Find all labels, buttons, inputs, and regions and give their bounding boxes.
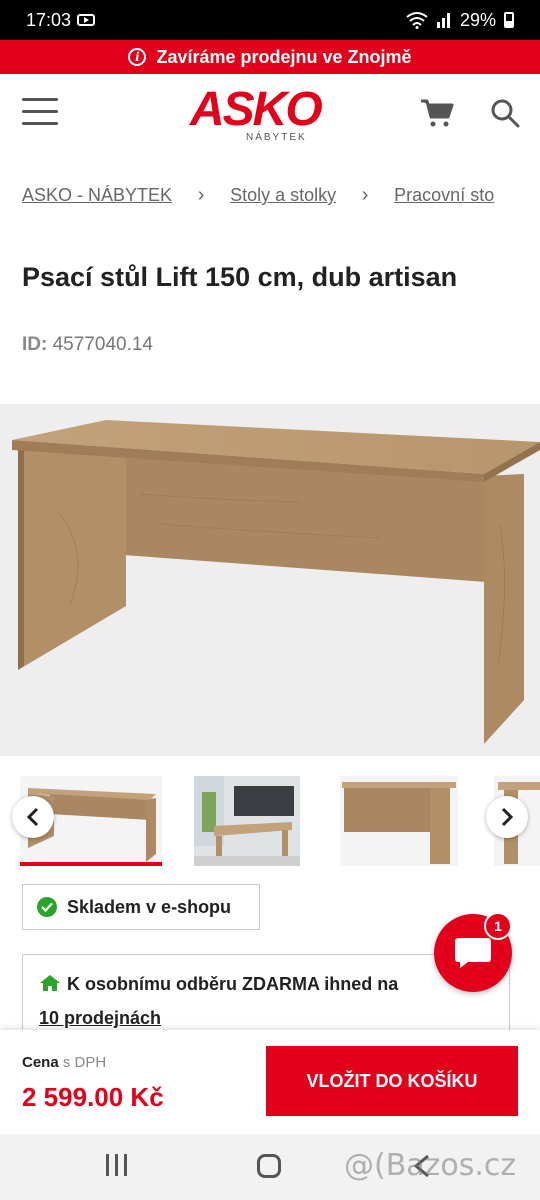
product-id-value: 4577040.14 (52, 334, 153, 355)
status-time: 17:03 (26, 9, 72, 30)
stock-text: Skladem v e-shopu (67, 896, 232, 917)
battery-icon (504, 12, 514, 28)
thumbnail-2[interactable] (194, 776, 300, 866)
info-icon: i (128, 48, 147, 66)
wifi-icon (406, 12, 428, 29)
breadcrumb: ASKO - NÁBYTEK › Stoly a stolky › Pracov… (22, 184, 522, 212)
banner-text: Zavíráme prodejnu ve Znojmě (156, 46, 412, 67)
home-icon (40, 975, 60, 991)
price-label-suffix: s DPH (62, 1054, 107, 1071)
chat-bubble-icon (455, 938, 491, 968)
pickup-stores-link[interactable]: 10 prodejnách (39, 1008, 161, 1028)
price-bar: Cena s DPH 2 599.00 Kč VLOŽIT DO KOŠÍKU (0, 1030, 540, 1134)
check-circle-icon (37, 897, 57, 917)
asko-logo[interactable]: ASKO NÁBYTEK (190, 82, 350, 146)
menu-icon[interactable] (22, 98, 58, 126)
desk-back-thumbnail (342, 782, 456, 864)
price-value: 2 599.00 Kč (22, 1082, 164, 1112)
search-icon[interactable] (490, 98, 520, 128)
chat-notification-badge: 1 (484, 912, 512, 940)
signal-icon (436, 13, 450, 28)
product-main-image[interactable] (0, 404, 540, 756)
battery-percent: 29% (459, 9, 496, 30)
announcement-banner[interactable]: i Zavíráme prodejnu ve Znojmě (0, 40, 540, 74)
cart-icon[interactable] (420, 98, 454, 128)
desk-illustration (12, 420, 540, 744)
product-id-label: ID: (22, 334, 48, 355)
site-header: ASKO NÁBYTEK (0, 74, 540, 154)
thumbnail-strip (0, 770, 540, 870)
youtube-notification-icon (77, 14, 96, 26)
page-title: Psací stůl Lift 150 cm, dub artisan (22, 262, 458, 292)
breadcrumb-home[interactable]: ASKO - NÁBYTEK (22, 185, 172, 205)
home-button[interactable] (257, 1154, 281, 1178)
chevron-left-icon (26, 807, 39, 827)
status-right: 29% (406, 10, 514, 31)
chevron-right-icon: › (197, 184, 205, 206)
logo-text: ASKO (190, 83, 323, 136)
pickup-text: K osobnímu odběru ZDARMA ihned na (67, 974, 399, 994)
thumbnail-3[interactable] (340, 776, 458, 866)
bazos-watermark: @(Bazos.cz (344, 1148, 517, 1183)
logo-subtext: NÁBYTEK (246, 132, 307, 143)
status-bar: 17:03 29% (0, 0, 540, 40)
carousel-next-button[interactable] (486, 796, 528, 838)
chevron-right-icon: › (361, 184, 369, 206)
carousel-prev-button[interactable] (12, 796, 54, 838)
breadcrumb-tables[interactable]: Stoly a stolky (230, 185, 336, 205)
add-to-cart-button[interactable]: VLOŽIT DO KOŠÍKU (266, 1046, 518, 1116)
price-label: Cena s DPH (22, 1054, 106, 1071)
chevron-right-icon (501, 807, 514, 827)
stock-badge: Skladem v e-shopu (22, 884, 260, 930)
recent-apps-button[interactable] (106, 1154, 130, 1176)
product-id: ID: 4577040.14 (22, 334, 153, 356)
room-thumbnail (194, 776, 300, 866)
breadcrumb-work-tables[interactable]: Pracovní sto (394, 185, 494, 205)
price-label-main: Cena (22, 1054, 59, 1071)
